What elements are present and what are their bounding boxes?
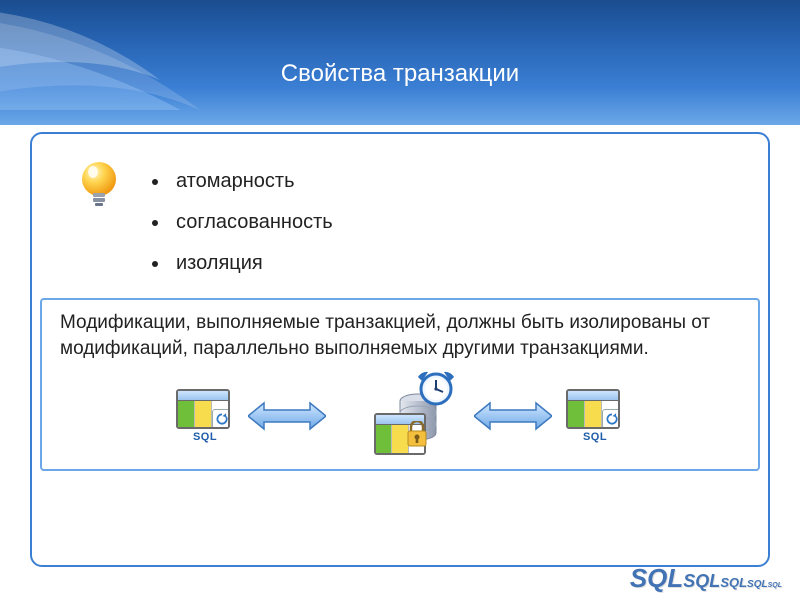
lock-icon <box>406 421 428 447</box>
bidirectional-arrow-left <box>248 401 326 431</box>
bullet-consistency: согласованность <box>170 211 333 234</box>
footer-sql-logo: SQL SQL SQL SQL SQL <box>630 563 782 594</box>
bullet-atomicity: атомарность <box>170 170 333 193</box>
header-swoosh-decoration <box>0 0 250 110</box>
bidirectional-arrow-right <box>474 401 552 431</box>
center-db-group <box>340 377 460 455</box>
lightbulb-icon <box>75 158 123 206</box>
isolation-callout: Модификации, выполняемые транзакцией, до… <box>40 298 760 471</box>
right-sql-db: SQL <box>566 389 624 443</box>
slide-title: Свойства транзакции <box>281 60 519 88</box>
refresh-icon <box>602 409 620 429</box>
sql-label-left: SQL <box>176 431 234 443</box>
refresh-icon <box>212 409 230 429</box>
bullet-isolation: изоляция <box>170 252 333 275</box>
clock-icon <box>418 371 454 407</box>
slide-header: Свойства транзакции <box>0 0 800 125</box>
left-sql-db: SQL <box>176 389 234 443</box>
sql-label-right: SQL <box>566 431 624 443</box>
isolation-diagram: SQL <box>60 377 740 455</box>
callout-text: Модификации, выполняемые транзакцией, до… <box>60 310 740 361</box>
properties-list: атомарность согласованность изоляция <box>170 170 333 293</box>
